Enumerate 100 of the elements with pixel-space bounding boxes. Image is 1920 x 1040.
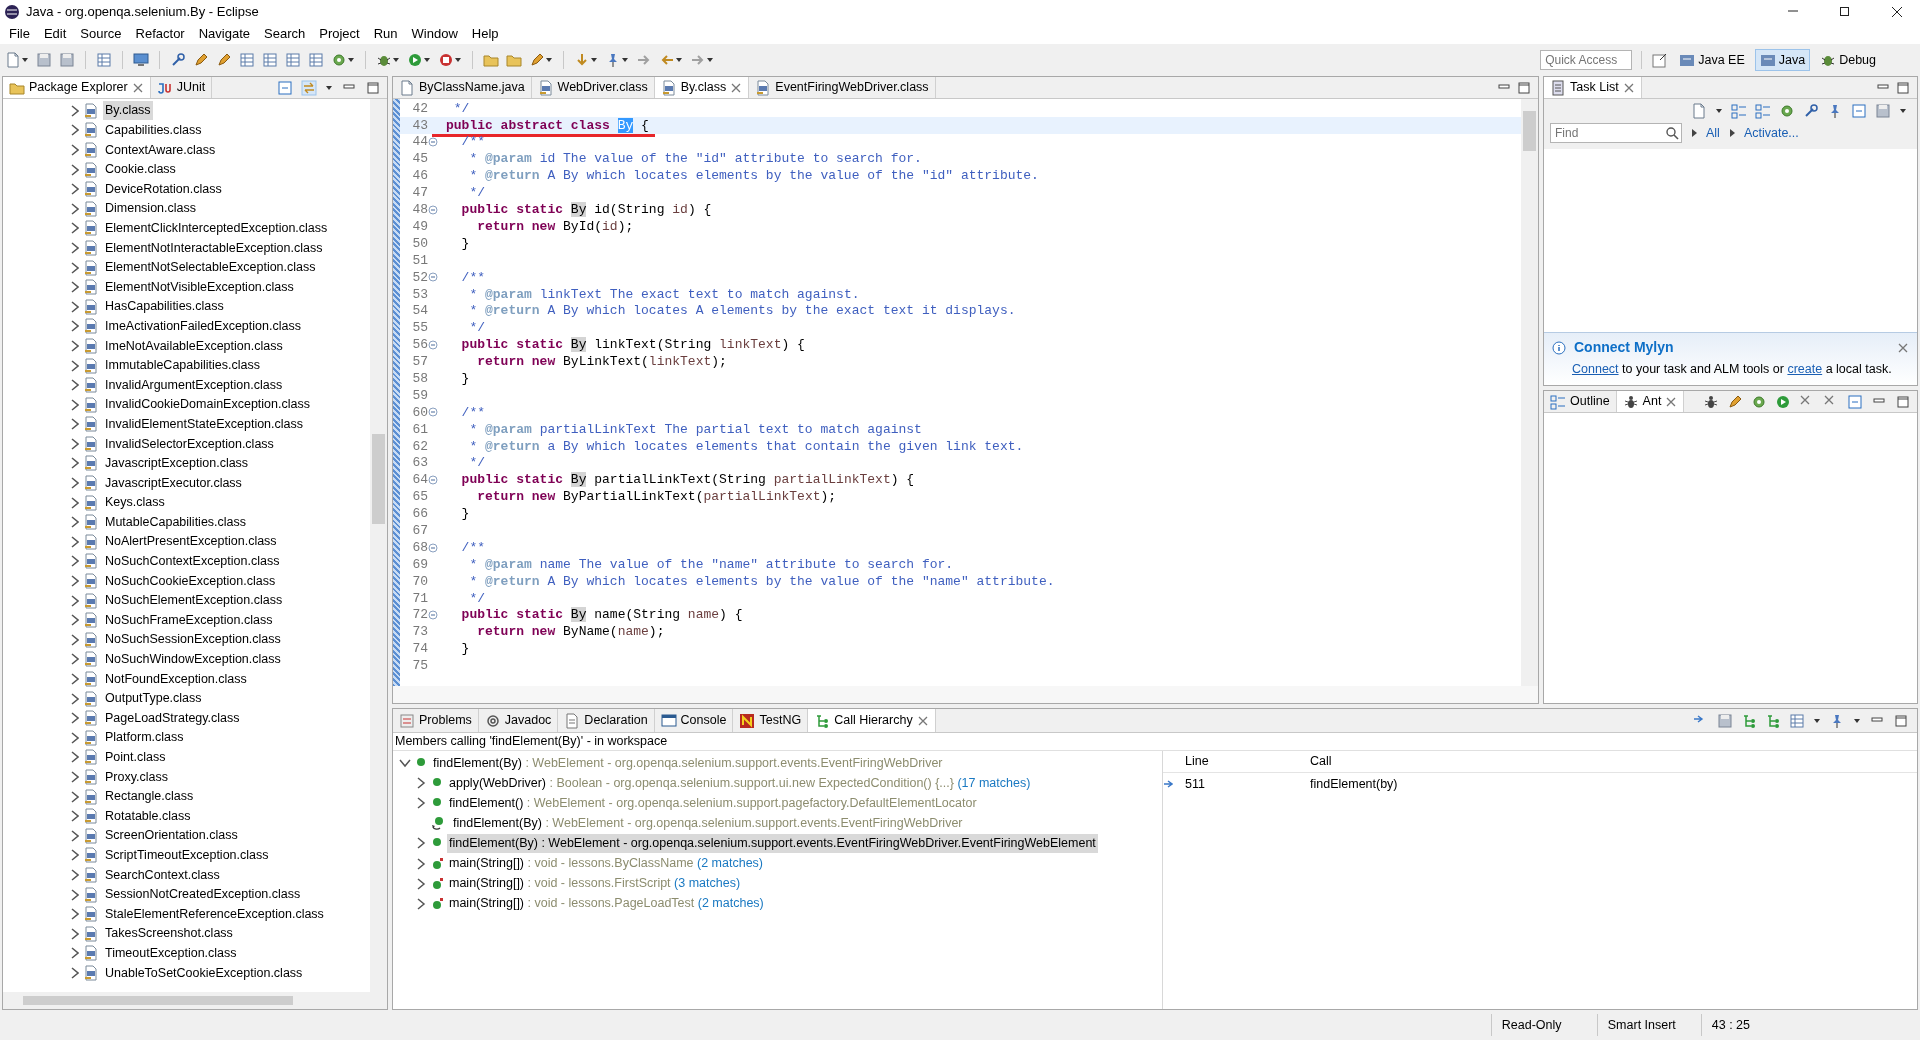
tree-item[interactable]: InvalidArgumentException.class — [103, 375, 285, 395]
tree-item[interactable]: UnableToSetCookieException.class — [103, 963, 305, 983]
tree-item[interactable]: main(String[]) : void - lessons.ByClassName (2 matches) — [447, 854, 765, 873]
grid-icon[interactable] — [96, 52, 112, 68]
tree-item[interactable]: InvalidCookieDomainException.class — [103, 395, 312, 415]
tab[interactable]: Console — [654, 709, 734, 732]
fold-icon[interactable] — [428, 475, 438, 486]
tree-item[interactable]: Dimension.class — [103, 199, 198, 219]
chevron-icon[interactable] — [69, 281, 79, 294]
tree-item[interactable]: NotFoundException.class — [103, 669, 249, 689]
fold-icon[interactable] — [428, 407, 438, 418]
tree-item[interactable]: ElementNotSelectableException.class — [103, 258, 318, 277]
caret-icon[interactable] — [21, 56, 29, 64]
menu-item[interactable]: Help — [464, 24, 506, 44]
chevron-icon[interactable] — [69, 418, 79, 431]
caret-icon[interactable] — [1853, 716, 1861, 725]
chevron-icon[interactable] — [69, 810, 79, 823]
tree-item[interactable]: ScreenOrientation.class — [103, 826, 240, 846]
gear-icon[interactable] — [1779, 103, 1795, 119]
fold-icon[interactable] — [428, 272, 438, 283]
chevron-icon[interactable] — [69, 790, 79, 803]
tree-item[interactable]: apply(WebDriver) : Boolean - org.openqa.selenium.support.ui.new ExpectedCondition() {...} (17 matches) — [447, 773, 1033, 793]
chevron-icon[interactable] — [69, 457, 79, 470]
caret-icon[interactable] — [392, 56, 400, 64]
menu-item[interactable]: Edit — [36, 24, 74, 44]
chevron-icon[interactable] — [69, 751, 79, 764]
quick-access-field[interactable]: Quick Access — [1540, 50, 1633, 70]
tab[interactable]: JUnit — [150, 77, 213, 98]
tree-item[interactable]: NoSuchCookieException.class — [103, 571, 278, 591]
connect-link[interactable]: Connect — [1572, 362, 1619, 377]
tree-item[interactable]: Rectangle.class — [103, 787, 196, 806]
menu-item[interactable]: Project — [312, 24, 367, 44]
pen-icon[interactable] — [193, 52, 209, 68]
tree-item[interactable]: Proxy.class — [103, 767, 170, 787]
maximize-icon[interactable] — [1516, 80, 1532, 96]
caret-icon[interactable] — [545, 56, 553, 64]
caret-icon[interactable] — [454, 56, 462, 64]
tree-item[interactable]: NoAlertPresentException.class — [103, 532, 279, 552]
chevron-icon[interactable] — [69, 771, 79, 783]
chevron-icon[interactable] — [69, 104, 79, 117]
chevron-icon[interactable] — [69, 829, 79, 842]
tree-item[interactable]: By.class — [103, 101, 153, 121]
tree-item[interactable]: Cookie.class — [103, 160, 178, 179]
tree-icon[interactable] — [1731, 103, 1747, 119]
chevron-icon[interactable] — [69, 320, 79, 333]
caret-icon[interactable] — [1715, 107, 1723, 115]
maximize-icon[interactable] — [1895, 393, 1911, 410]
tree-item[interactable]: ImmutableCapabilities.class — [103, 356, 262, 375]
tree-item[interactable]: SearchContext.class — [103, 865, 222, 885]
tree-item[interactable]: SessionNotCreatedException.class — [103, 885, 303, 904]
tree-item[interactable]: OutputType.class — [103, 689, 204, 708]
tree-item[interactable]: ElementClickInterceptedException.class — [103, 219, 330, 238]
scrollbar[interactable] — [393, 686, 1538, 703]
tree-item[interactable]: ElementNotVisibleException.class — [103, 277, 296, 297]
pen-icon[interactable] — [529, 52, 545, 68]
chevron-icon[interactable] — [69, 614, 79, 627]
fold-icon[interactable] — [428, 610, 438, 621]
tree-item[interactable]: InvalidElementStateException.class — [103, 414, 306, 434]
fold-icon[interactable] — [428, 137, 438, 148]
create-link[interactable]: create — [1787, 362, 1823, 377]
perspective-button[interactable]: Java EE — [1674, 48, 1750, 72]
chevron-icon[interactable] — [69, 437, 79, 450]
scrollbar[interactable] — [1521, 99, 1538, 686]
tree-item[interactable]: StaleElementReferenceException.class — [103, 904, 326, 924]
tab[interactable]: Declaration — [558, 709, 655, 732]
link[interactable]: Activate... — [1743, 123, 1799, 143]
tree-item[interactable]: PageLoadStrategy.class — [103, 708, 242, 728]
menu-item[interactable]: Refactor — [128, 24, 192, 44]
tab[interactable]: Javadoc — [478, 709, 559, 732]
tree-item[interactable]: ImeNotAvailableException.class — [103, 336, 285, 356]
tree-item[interactable]: NoSuchElementException.class — [103, 591, 285, 610]
link[interactable]: All — [1706, 123, 1720, 143]
call-hierarchy-icon[interactable] — [1741, 712, 1757, 729]
chevron-icon[interactable] — [69, 555, 79, 568]
tree-item[interactable]: JavascriptException.class — [103, 454, 251, 473]
maximize-icon[interactable] — [1895, 80, 1911, 96]
chevron-icon[interactable] — [69, 359, 79, 372]
play-icon[interactable] — [407, 52, 423, 68]
chevron-icon[interactable] — [69, 144, 79, 156]
chevron-icon[interactable] — [69, 300, 79, 313]
tree-icon[interactable] — [1755, 103, 1771, 119]
scrollbar[interactable] — [3, 992, 387, 1009]
play-icon[interactable] — [1775, 393, 1791, 410]
caret-icon[interactable] — [675, 56, 683, 64]
tree-item[interactable]: Rotatable.class — [103, 806, 193, 826]
maximize-icon[interactable] — [1893, 712, 1909, 729]
tab[interactable]: Call Hierarchy — [808, 709, 936, 732]
caret-icon[interactable] — [1813, 716, 1821, 725]
chevron-icon[interactable] — [69, 908, 79, 921]
tab[interactable]: ByClassName.java — [393, 77, 532, 98]
caret-icon[interactable] — [621, 56, 629, 64]
tree-item[interactable]: TimeoutException.class — [103, 943, 239, 963]
chevron-icon[interactable] — [69, 849, 79, 862]
open-perspective-icon[interactable] — [1652, 52, 1669, 68]
scrollbar[interactable] — [370, 99, 387, 992]
menu-item[interactable]: Run — [366, 24, 405, 44]
pen-icon[interactable] — [216, 52, 232, 68]
chevron-icon[interactable] — [69, 261, 79, 274]
tab[interactable]: EventFiringWebDriver.class — [749, 77, 936, 98]
chevron-icon[interactable] — [69, 516, 79, 529]
